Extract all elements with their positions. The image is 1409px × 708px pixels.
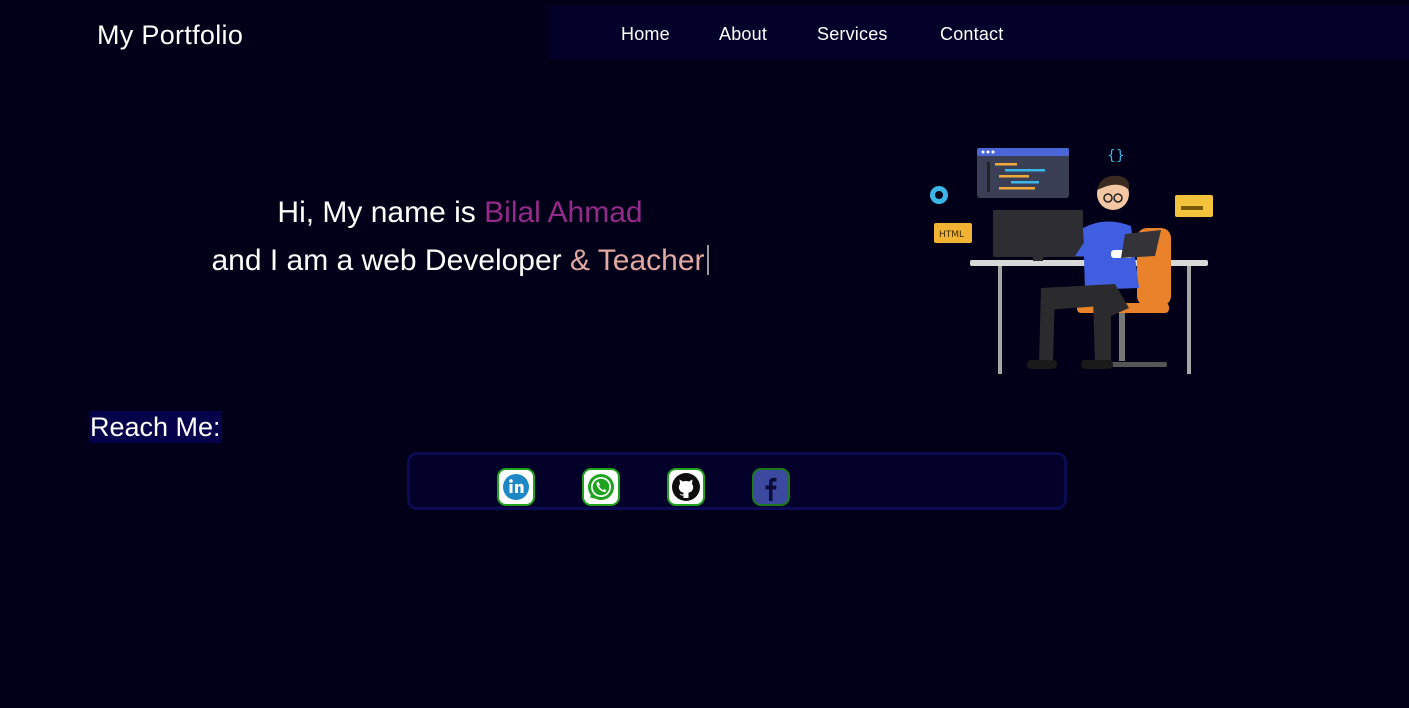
facebook-icon bbox=[757, 473, 785, 501]
linkedin-icon bbox=[503, 474, 529, 500]
whatsapp-link[interactable] bbox=[582, 468, 620, 506]
nav-about[interactable]: About bbox=[719, 24, 767, 45]
hero-role: & Teacher bbox=[570, 244, 705, 277]
nav-services[interactable]: Services bbox=[817, 24, 888, 45]
linkedin-link[interactable] bbox=[497, 468, 535, 506]
hero-role-prefix: and I am a web Developer bbox=[211, 244, 570, 277]
top-navbar: Home About Services Contact bbox=[549, 6, 1409, 59]
svg-text:HTML: HTML bbox=[939, 230, 964, 240]
github-link[interactable] bbox=[667, 468, 705, 506]
hero-greeting: Hi, My name is bbox=[277, 196, 485, 229]
github-icon bbox=[672, 473, 700, 501]
nav-home[interactable]: Home bbox=[621, 24, 670, 45]
typing-caret bbox=[706, 245, 709, 275]
reach-me-heading: Reach Me: bbox=[89, 411, 222, 443]
svg-text:{}: {} bbox=[1107, 148, 1125, 164]
hero-intro: Hi, My name is Bilal Ahmad and I am a we… bbox=[150, 189, 770, 285]
hero-line-name: Hi, My name is Bilal Ahmad bbox=[150, 189, 770, 237]
hero-name: Bilal Ahmad bbox=[484, 196, 643, 229]
hero-line-role: and I am a web Developer & Teacher bbox=[150, 237, 770, 285]
whatsapp-icon bbox=[588, 474, 614, 500]
nav-contact[interactable]: Contact bbox=[940, 24, 1003, 45]
facebook-link[interactable] bbox=[752, 468, 790, 506]
brand-title[interactable]: My Portfolio bbox=[97, 20, 243, 51]
social-links-bar bbox=[407, 452, 1067, 510]
developer-at-desk-illustration: {} HTML bbox=[930, 148, 1213, 374]
portfolio-page: My Portfolio Home About Services Contact… bbox=[0, 0, 1409, 708]
